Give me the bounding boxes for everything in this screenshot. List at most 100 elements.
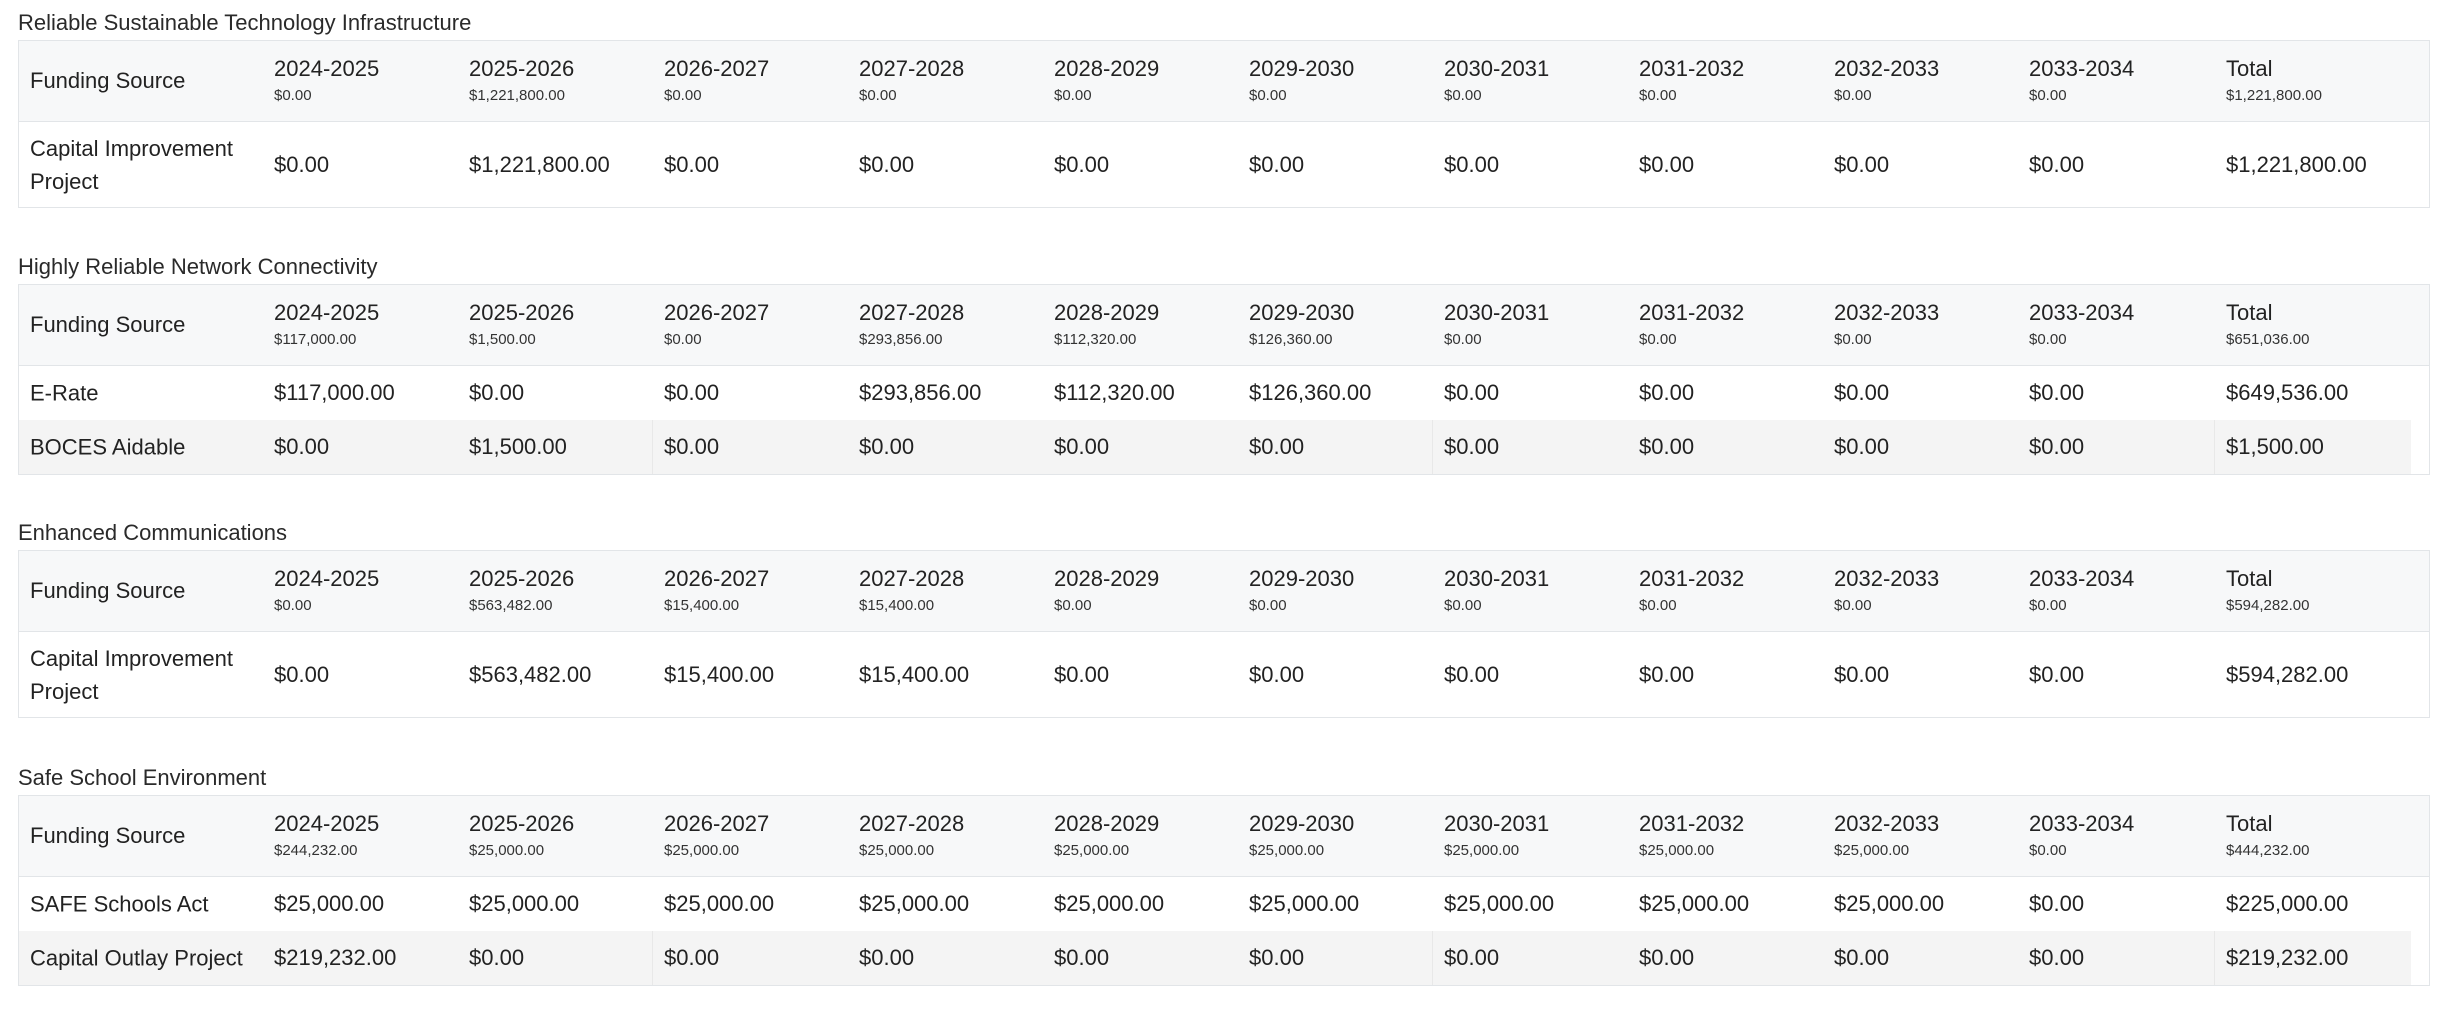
column-subtotal: $15,400.00: [859, 597, 935, 614]
column-subtotal: $0.00: [859, 87, 897, 104]
column-subtotal: $0.00: [1444, 597, 1482, 614]
section-title: Highly Reliable Network Connectivity: [18, 254, 378, 279]
row-total-value: $1,500.00: [2226, 434, 2324, 459]
column-year-label: 2026-2027: [664, 811, 770, 836]
column-subtotal: $25,000.00: [1639, 842, 1715, 859]
column-subtotal: $594,282.00: [2226, 597, 2310, 614]
column-year-label: 2028-2029: [1054, 811, 1160, 836]
column-subtotal: $126,360.00: [1249, 331, 1333, 348]
column-year-label: 2025-2026: [469, 811, 575, 836]
column-year-label: Total: [2226, 300, 2273, 325]
funding-amount: $25,000.00: [664, 891, 775, 916]
column-subtotal: $0.00: [1249, 87, 1287, 104]
column-year-label: 2029-2030: [1249, 566, 1355, 591]
funding-amount: $0.00: [2029, 661, 2085, 687]
funding-source-header: Funding Source: [30, 578, 186, 603]
column-subtotal: $25,000.00: [1054, 842, 1130, 859]
column-subtotal: $25,000.00: [1834, 842, 1910, 859]
funding-source-name: BOCES Aidable: [30, 434, 186, 460]
column-subtotal: $1,221,800.00: [469, 87, 565, 104]
funding-amount: $0.00: [1249, 661, 1305, 687]
column-subtotal: $1,221,800.00: [2226, 87, 2322, 104]
column-year-label: 2031-2032: [1639, 300, 1745, 325]
funding-amount: $0.00: [1054, 661, 1110, 687]
column-subtotal: $0.00: [1834, 87, 1872, 104]
column-year-label: 2027-2028: [859, 300, 965, 325]
column-subtotal: $0.00: [1054, 597, 1092, 614]
column-divider: [1432, 420, 1433, 474]
funding-amount: $1,221,800.00: [469, 151, 610, 177]
column-subtotal: $25,000.00: [1249, 842, 1325, 859]
funding-amount: $0.00: [1639, 434, 1695, 459]
funding-amount: $0.00: [274, 434, 330, 459]
column-year-label: 2030-2031: [1444, 300, 1550, 325]
funding-amount: $0.00: [1444, 945, 1500, 970]
column-subtotal: $0.00: [1444, 87, 1482, 104]
column-year-label: 2033-2034: [2029, 566, 2135, 591]
funding-table: Funding Source 2024-2025 $0.00 2025-2026 $1,…: [18, 40, 2430, 208]
column-year-label: 2026-2027: [664, 566, 770, 591]
funding-amount: $0.00: [1639, 661, 1695, 687]
column-year-label: 2026-2027: [664, 56, 770, 81]
column-divider: [2214, 931, 2215, 985]
column-year-label: 2027-2028: [859, 56, 965, 81]
column-divider: [652, 420, 653, 474]
funding-source-name: SAFE Schools Act: [30, 891, 209, 917]
column-year-label: 2027-2028: [859, 811, 965, 836]
table-header-row: Funding Source 2024-2025 $0.00 2025-2026 $1,…: [19, 41, 2429, 122]
column-subtotal: $0.00: [1639, 331, 1677, 348]
funding-source-header: Funding Source: [30, 68, 186, 93]
funding-amount: $0.00: [1054, 434, 1110, 459]
funding-amount: $0.00: [2029, 945, 2085, 970]
column-year-label: 2024-2025: [274, 811, 380, 836]
funding-amount: $0.00: [1834, 151, 1890, 177]
column-year-label: 2029-2030: [1249, 56, 1355, 81]
column-subtotal: $25,000.00: [1444, 842, 1520, 859]
table-row: Capital Improvement Project $0.00 $563,482…: [19, 632, 2429, 717]
funding-amount: $0.00: [664, 151, 720, 177]
funding-amount: $0.00: [2029, 434, 2085, 459]
funding-amount: $0.00: [1639, 945, 1695, 970]
column-divider: [2214, 420, 2215, 474]
funding-amount: $0.00: [1054, 151, 1110, 177]
funding-amount: $117,000.00: [274, 380, 395, 405]
column-year-label: Total: [2226, 56, 2273, 81]
column-year-label: 2032-2033: [1834, 566, 1940, 591]
column-year-label: 2030-2031: [1444, 811, 1550, 836]
column-year-label: 2025-2026: [469, 300, 575, 325]
column-subtotal: $563,482.00: [469, 597, 553, 614]
funding-amount: $126,360.00: [1249, 380, 1372, 405]
column-subtotal: $0.00: [1834, 597, 1872, 614]
column-subtotal: $25,000.00: [469, 842, 545, 859]
column-subtotal: $0.00: [1639, 87, 1677, 104]
column-year-label: 2026-2027: [664, 300, 770, 325]
funding-amount: $25,000.00: [1054, 891, 1165, 916]
funding-amount: $0.00: [1444, 151, 1500, 177]
funding-amount: $0.00: [2029, 891, 2085, 916]
table-row: BOCES Aidable $0.00 $1,500.00 $0.00 $0.00 $0.…: [19, 420, 2429, 474]
column-subtotal: $25,000.00: [859, 842, 935, 859]
column-year-label: Total: [2226, 566, 2273, 591]
table-row: E-Rate $117,000.00 $0.00 $0.00 $293,856.00 $1…: [19, 366, 2429, 420]
funding-amount: $112,320.00: [1054, 380, 1175, 405]
table-header-row: Funding Source 2024-2025 $117,000.00 2025-2…: [19, 285, 2429, 366]
column-subtotal: $1,500.00: [469, 331, 536, 348]
funding-amount: $0.00: [664, 380, 720, 405]
funding-amount: $0.00: [1834, 380, 1890, 405]
funding-amount: $25,000.00: [274, 891, 385, 916]
table-row: SAFE Schools Act $25,000.00 $25,000.00 $25,…: [19, 877, 2429, 931]
funding-amount: $25,000.00: [1249, 891, 1360, 916]
column-year-label: 2028-2029: [1054, 300, 1160, 325]
column-subtotal: $444,232.00: [2226, 842, 2310, 859]
column-subtotal: $0.00: [274, 87, 312, 104]
column-year-label: 2033-2034: [2029, 811, 2135, 836]
column-subtotal: $0.00: [2029, 842, 2067, 859]
column-year-label: 2032-2033: [1834, 56, 1940, 81]
column-divider: [1432, 931, 1433, 985]
column-year-label: 2028-2029: [1054, 56, 1160, 81]
column-subtotal: $15,400.00: [664, 597, 740, 614]
column-subtotal: $25,000.00: [664, 842, 740, 859]
column-year-label: 2031-2032: [1639, 56, 1745, 81]
column-subtotal: $651,036.00: [2226, 331, 2310, 348]
funding-amount: $563,482.00: [469, 661, 592, 687]
